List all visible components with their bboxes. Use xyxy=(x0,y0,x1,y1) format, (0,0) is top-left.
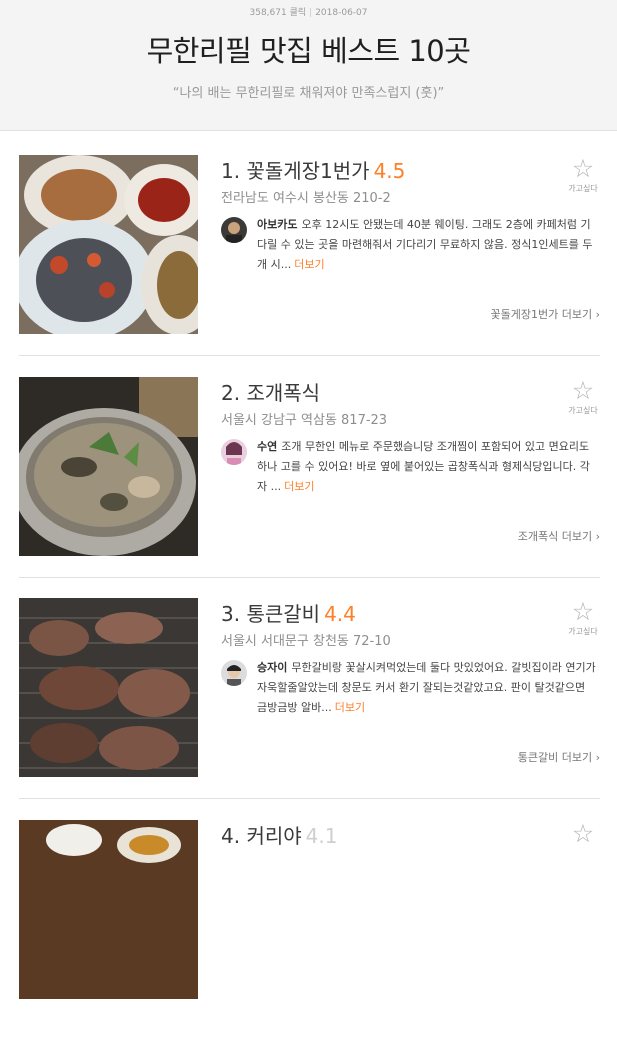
star-outline-icon: ☆ xyxy=(571,597,595,626)
star-outline-icon: ☆ xyxy=(571,376,595,405)
avatar xyxy=(221,439,247,465)
item-divider xyxy=(19,798,600,799)
restaurant-more-link[interactable]: 통큰갈비 더보기 › xyxy=(518,749,600,765)
restaurant-rank: 4. xyxy=(221,824,241,848)
want-to-go-button[interactable]: ☆ xyxy=(566,820,600,847)
click-count: 358,671 클릭 xyxy=(249,8,307,18)
review-snippet: 아보카도 오후 12시도 안됐는데 40분 웨이팅. 그래도 2층에 카페처럼 기… xyxy=(221,215,597,275)
restaurant-more-link[interactable]: 조개폭식 더보기 › xyxy=(518,528,600,544)
reviewer-name[interactable]: 수연 xyxy=(257,440,277,453)
restaurant-name: 꽃돌게장1번가 xyxy=(246,159,370,183)
item-divider xyxy=(19,355,600,356)
restaurant-address: 서울시 강남구 역삼동 817-23 xyxy=(221,413,388,428)
page-title: 무한리필 맛집 베스트 10곳 xyxy=(146,34,471,68)
reviewer-name[interactable]: 승자이 xyxy=(257,661,287,674)
restaurant-rank: 1. xyxy=(221,159,241,183)
restaurant-item: 4. 커리야 4.1 ☆ xyxy=(19,820,600,1041)
restaurant-address: 전라남도 여수시 봉산동 210-2 xyxy=(221,191,391,206)
restaurant-photo[interactable] xyxy=(19,155,198,334)
restaurant-title[interactable]: 3. 통큰갈비 4.4 xyxy=(221,598,356,627)
meta-separator: | xyxy=(309,8,313,18)
restaurant-rating: 4.4 xyxy=(324,602,356,626)
want-to-go-label: 가고싶다 xyxy=(568,406,598,415)
restaurant-photo[interactable] xyxy=(19,377,198,556)
restaurant-rating: 4.1 xyxy=(305,824,338,848)
post-meta: 358,671 클릭 | 2018-06-07 xyxy=(0,5,617,18)
star-outline-icon: ☆ xyxy=(571,819,595,848)
avatar xyxy=(221,217,247,243)
restaurant-title[interactable]: 2. 조개폭식 xyxy=(221,377,324,406)
page-subtitle: “나의 배는 무한리필로 채워져야 만족스럽지 (훗)” xyxy=(172,86,445,101)
review-more-link[interactable]: 더보기 xyxy=(294,258,324,271)
want-to-go-button[interactable]: ☆ 가고싶다 xyxy=(566,377,600,416)
review-more-link[interactable]: 더보기 xyxy=(335,701,365,714)
item-divider xyxy=(19,577,600,578)
page-header: 358,671 클릭 | 2018-06-07 무한리필 맛집 베스트 10곳 “나… xyxy=(0,0,617,131)
post-date: 2018-06-07 xyxy=(315,8,368,18)
restaurant-rank: 2. xyxy=(221,381,241,405)
restaurant-title[interactable]: 1. 꽃돌게장1번가 4.5 xyxy=(221,155,405,184)
review-snippet: 승자이 무한갈비랑 꽃살시켜먹었는데 둘다 맛있었어요. 갈빗집이라 연기가 자욱… xyxy=(221,658,597,718)
restaurant-item: 3. 통큰갈비 4.4 서울시 서대문구 창천동 72-10 ☆ 가고싶다 승자이… xyxy=(19,598,600,819)
restaurant-more-link[interactable]: 꽃돌게장1번가 더보기 › xyxy=(491,306,600,322)
review-text: 무한갈비랑 꽃살시켜먹었는데 둘다 맛있었어요. 갈빗집이라 연기가 자욱할줄알… xyxy=(257,661,596,714)
restaurant-name: 조개폭식 xyxy=(246,381,321,405)
reviewer-name[interactable]: 아보카도 xyxy=(257,218,297,231)
star-outline-icon: ☆ xyxy=(571,154,595,183)
restaurant-name: 통큰갈비 xyxy=(246,602,321,626)
restaurant-item: 2. 조개폭식 서울시 강남구 역삼동 817-23 ☆ 가고싶다 수연 조개 무… xyxy=(19,377,600,598)
restaurant-title[interactable]: 4. 커리야 4.1 xyxy=(221,820,337,849)
restaurant-rank: 3. xyxy=(221,602,241,626)
want-to-go-label: 가고싶다 xyxy=(568,627,598,636)
review-more-link[interactable]: 더보기 xyxy=(284,480,314,493)
restaurant-photo[interactable] xyxy=(19,598,198,777)
review-snippet: 수연 조개 무한인 메뉴로 주문했슴니당 조개찜이 포함되어 있고 면요리도 하나… xyxy=(221,437,597,497)
restaurant-name: 커리야 xyxy=(246,824,302,848)
want-to-go-label: 가고싶다 xyxy=(568,184,598,193)
restaurant-item: 1. 꽃돌게장1번가 4.5 전라남도 여수시 봉산동 210-2 ☆ 가고싶다 … xyxy=(19,155,600,376)
restaurant-photo[interactable] xyxy=(19,820,198,999)
restaurant-rating: 4.5 xyxy=(373,159,406,183)
avatar xyxy=(221,660,247,686)
want-to-go-button[interactable]: ☆ 가고싶다 xyxy=(566,155,600,194)
restaurant-address: 서울시 서대문구 창천동 72-10 xyxy=(221,634,391,649)
want-to-go-button[interactable]: ☆ 가고싶다 xyxy=(566,598,600,637)
